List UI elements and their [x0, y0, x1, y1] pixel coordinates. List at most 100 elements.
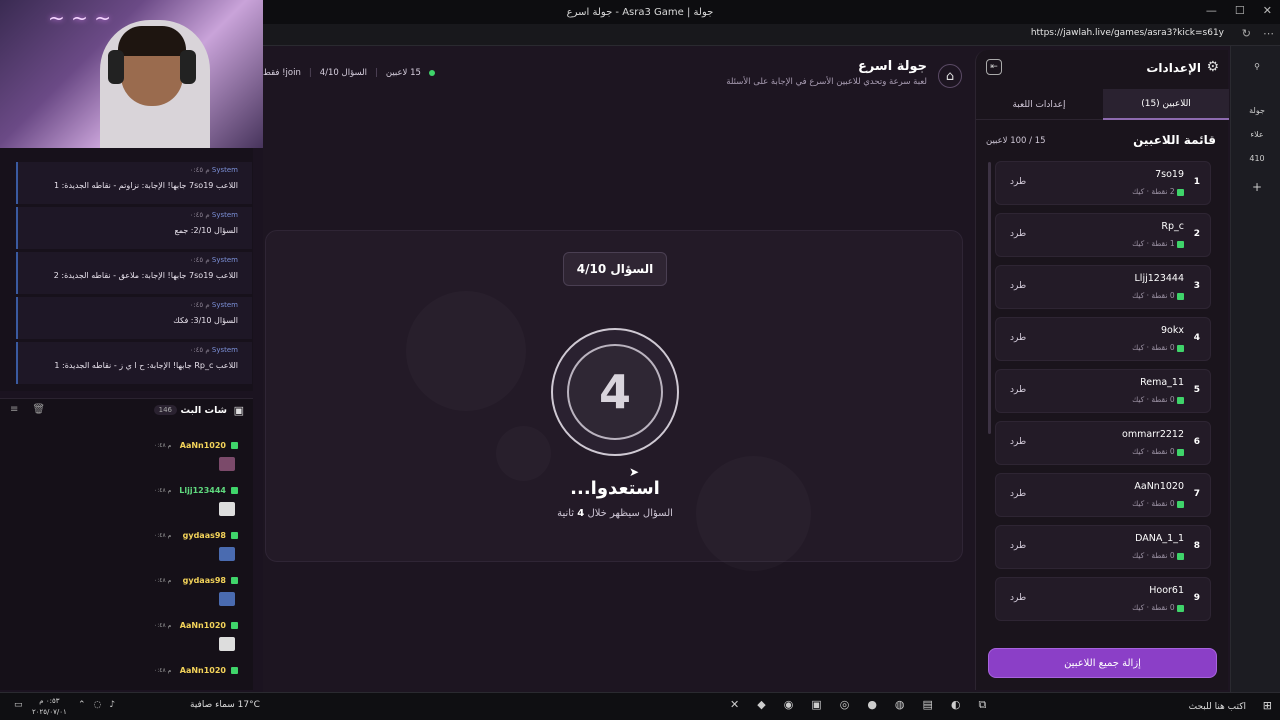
join-hint: join! فقط	[263, 68, 301, 78]
chat-icon: ▣	[233, 404, 244, 417]
chrome-icon[interactable]: ◍	[895, 698, 905, 712]
chat-username[interactable]: AaNn1020	[180, 441, 226, 450]
task-view-icon[interactable]: ⧉	[979, 698, 987, 712]
player-row: 6 ommarr2212 0 نقطة · كيك طرد	[995, 421, 1211, 465]
kick-button[interactable]: طرد	[1010, 281, 1026, 291]
kick-button[interactable]: طرد	[1010, 333, 1026, 343]
app-icon[interactable]: ●	[867, 698, 877, 712]
kick-button[interactable]: طرد	[1010, 489, 1026, 499]
player-meta: 0 نقطة · كيك	[1132, 603, 1184, 612]
message-count-badge: 146	[153, 405, 177, 415]
tab-players[interactable]: اللاعبين (15)	[1103, 89, 1229, 120]
trash-icon[interactable]: 🗑	[32, 404, 45, 415]
player-name: DANA_1_1	[1135, 533, 1184, 544]
clock[interactable]: ٠:٥٣ م ٢٠٢٥/٠٧/٠١	[32, 696, 67, 718]
weather-widget[interactable]: 17°C سماء صافية	[190, 700, 260, 710]
more-icon[interactable]: ⋯	[1263, 27, 1274, 40]
kick-button[interactable]: طرد	[1010, 385, 1026, 395]
chat-time: م ٠:٤٨	[154, 532, 172, 539]
sidebar-tab[interactable]: جولة	[1237, 106, 1277, 115]
kick-logo-icon	[231, 667, 238, 674]
app-icon[interactable]: ◎	[840, 698, 850, 712]
kick-button[interactable]: طرد	[1010, 437, 1026, 447]
chat-username[interactable]: gydaas98	[183, 576, 226, 585]
app-icon[interactable]: ✕	[730, 698, 739, 712]
taskbar-apps: ✕ ◆ ◉ ▣ ◎ ● ◍ ▤ ◐ ⧉	[730, 698, 986, 712]
kick-logo-icon	[1177, 552, 1184, 560]
maximize-icon[interactable]: ☐	[1235, 4, 1245, 17]
remove-all-players-button[interactable]: إزالة جميع اللاعبين	[988, 648, 1217, 678]
player-row: 7 AaNn1020 0 نقطة · كيك طرد	[995, 473, 1211, 517]
kick-logo-icon	[1177, 240, 1184, 248]
message-meta: System م ٠:٤٥	[189, 301, 238, 309]
system-tray: ⌃ ◌ ♪	[78, 700, 115, 710]
minimize-icon[interactable]: —	[1206, 4, 1217, 17]
close-icon[interactable]: ✕	[1263, 4, 1272, 17]
player-name: AaNn1020	[1134, 481, 1184, 492]
volume-icon[interactable]: ♪	[109, 700, 115, 710]
appear-unit: ثانية	[557, 508, 575, 519]
divider: |	[308, 68, 312, 78]
app-icon[interactable]: ◆	[757, 698, 765, 712]
player-rank: 9	[1193, 593, 1200, 603]
notification-icon[interactable]: ▭	[14, 700, 23, 710]
player-rank: 8	[1193, 541, 1200, 551]
player-rank: 4	[1193, 333, 1200, 343]
kick-button[interactable]: طرد	[1010, 593, 1026, 603]
message-meta: System م ٠:٤٥	[189, 211, 238, 219]
url-field[interactable]: https://jawlah.live/games/asra3?kick=s61…	[1031, 28, 1224, 38]
player-meta: 0 نقطة · كيك	[1132, 395, 1184, 404]
taskbar-search[interactable]: اكتب هنا للبحث	[1106, 698, 1246, 716]
kick-button[interactable]: طرد	[1010, 541, 1026, 551]
player-meta: 0 نقطة · كيك	[1132, 447, 1184, 456]
chat-username[interactable]: AaNn1020	[180, 666, 226, 675]
folder-icon[interactable]: ▤	[923, 698, 933, 712]
kick-logo-icon	[1177, 188, 1184, 196]
sidebar-item-label[interactable]: 410	[1237, 154, 1277, 163]
player-rank: 5	[1193, 385, 1200, 395]
message-text: السؤال 2/10: جمع	[174, 226, 238, 235]
player-rank: 7	[1193, 489, 1200, 499]
emote-image	[219, 547, 235, 561]
countdown-ring: 4	[551, 328, 679, 456]
chat-time: م ٠:٤٨	[154, 667, 172, 674]
chat-username[interactable]: gydaas98	[183, 531, 226, 540]
chat-username[interactable]: Lljj123444	[179, 486, 226, 495]
list-icon[interactable]: ≡	[10, 404, 18, 415]
kick-button[interactable]: طرد	[1010, 177, 1026, 187]
window-controls: — ☐ ✕	[1206, 4, 1272, 17]
appear-label: السؤال سيظهر خلال	[587, 508, 673, 519]
message-meta: System م ٠:٤٥	[189, 256, 238, 264]
home-button[interactable]: ⌂	[938, 64, 962, 88]
player-rank: 1	[1193, 177, 1200, 187]
collapse-panel-button[interactable]: ⇤	[986, 59, 1002, 75]
settings-panel: ⚙ الإعدادات ⇤ اللاعبين (15) إعدادات اللع…	[975, 50, 1229, 690]
address-bar-icons: ↻ ⋯	[1242, 27, 1274, 40]
player-row: 2 Rp_c 1 نقطة · كيك طرد	[995, 213, 1211, 257]
add-icon[interactable]: +	[1237, 180, 1277, 194]
edge-icon[interactable]: ◐	[951, 698, 961, 712]
players-online: 15 لاعبين	[385, 68, 421, 78]
headphone-right	[180, 50, 196, 84]
player-row: 3 Lljj123444 0 نقطة · كيك طرد	[995, 265, 1211, 309]
question-progress: السؤال 4/10	[319, 68, 367, 78]
tab-game-settings[interactable]: إعدادات اللعبة	[976, 89, 1102, 120]
settings-tabs: اللاعبين (15) إعدادات اللعبة	[976, 89, 1229, 120]
streamer-hair	[118, 26, 186, 56]
pin-icon[interactable]: ⚲	[1237, 62, 1277, 71]
player-name: 9okx	[1161, 325, 1184, 336]
system-message: System م ٠:٤٥ اللاعب Rp_c جابها! الإجابة…	[16, 342, 252, 384]
refresh-icon[interactable]: ↻	[1242, 27, 1251, 40]
app-icon[interactable]: ◉	[784, 698, 794, 712]
player-list-scrollbar[interactable]	[988, 162, 991, 434]
network-icon[interactable]: ◌	[94, 700, 102, 710]
sidebar-item-label[interactable]: علاء	[1237, 130, 1277, 139]
chevron-up-icon[interactable]: ⌃	[78, 700, 86, 710]
windows-start-icon[interactable]: ⊞	[1263, 699, 1272, 712]
app-icon[interactable]: ▣	[811, 698, 821, 712]
message-text: السؤال 3/10: فكك	[173, 316, 238, 325]
kick-button[interactable]: طرد	[1010, 229, 1026, 239]
chat-username[interactable]: AaNn1020	[180, 621, 226, 630]
chat-time: م ٠:٤٨	[154, 622, 172, 629]
chat-message: AaNn1020 م ٠:٤٨	[154, 441, 240, 481]
